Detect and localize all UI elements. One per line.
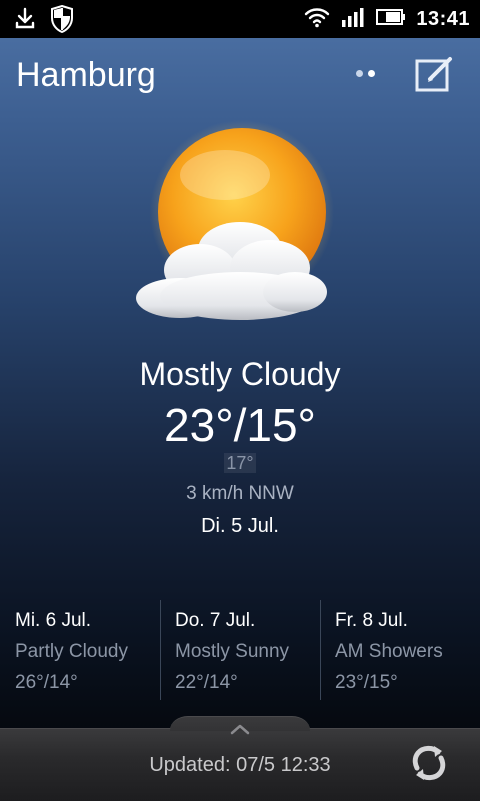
current-date: Di. 5 Jul. bbox=[201, 515, 279, 537]
forecast-temps: 26°/14° bbox=[15, 672, 78, 693]
forecast-day[interactable]: Do. 7 Jul. Mostly Sunny 22°/14° bbox=[160, 600, 320, 700]
download-icon bbox=[14, 7, 36, 36]
sun-behind-cloud-icon bbox=[120, 120, 360, 340]
signal-icon bbox=[340, 6, 366, 33]
clock: 13:41 bbox=[416, 7, 470, 30]
wind-info: 3 km/h NNW bbox=[186, 483, 294, 504]
forecast-condition: Partly Cloudy bbox=[15, 641, 128, 662]
current-condition: Mostly Cloudy bbox=[139, 356, 341, 392]
page-indicator bbox=[356, 70, 375, 77]
forecast-row: Mi. 6 Jul. Partly Cloudy 26°/14° Do. 7 J… bbox=[0, 600, 480, 700]
forecast-date: Fr. 8 Jul. bbox=[335, 610, 408, 631]
forecast-date: Do. 7 Jul. bbox=[175, 610, 256, 631]
wifi-icon bbox=[304, 6, 330, 33]
current-high-low: 23°/15° bbox=[164, 399, 316, 451]
refresh-button[interactable] bbox=[408, 742, 450, 784]
forecast-temps: 23°/15° bbox=[335, 672, 398, 693]
status-bar: 13:41 bbox=[0, 0, 480, 38]
battery-icon bbox=[376, 8, 406, 31]
forecast-temps: 22°/14° bbox=[175, 672, 238, 693]
chevron-up-icon[interactable] bbox=[229, 722, 251, 736]
feels-like-value: 17° bbox=[224, 453, 256, 473]
forecast-condition: Mostly Sunny bbox=[175, 641, 290, 662]
forecast-condition: AM Showers bbox=[335, 641, 443, 662]
shield-icon bbox=[50, 4, 74, 38]
forecast-day[interactable]: Mi. 6 Jul. Partly Cloudy 26°/14° bbox=[0, 600, 160, 700]
edit-icon bbox=[415, 57, 452, 92]
edit-button[interactable] bbox=[414, 55, 456, 93]
feels-like: 17° bbox=[0, 453, 480, 474]
page-dot bbox=[356, 70, 363, 77]
page-dot-active bbox=[368, 70, 375, 77]
forecast-date: Mi. 6 Jul. bbox=[15, 610, 92, 631]
forecast-day[interactable]: Fr. 8 Jul. AM Showers 23°/15° bbox=[320, 600, 480, 700]
refresh-icon bbox=[412, 745, 446, 781]
city-name[interactable]: Hamburg bbox=[16, 56, 156, 95]
